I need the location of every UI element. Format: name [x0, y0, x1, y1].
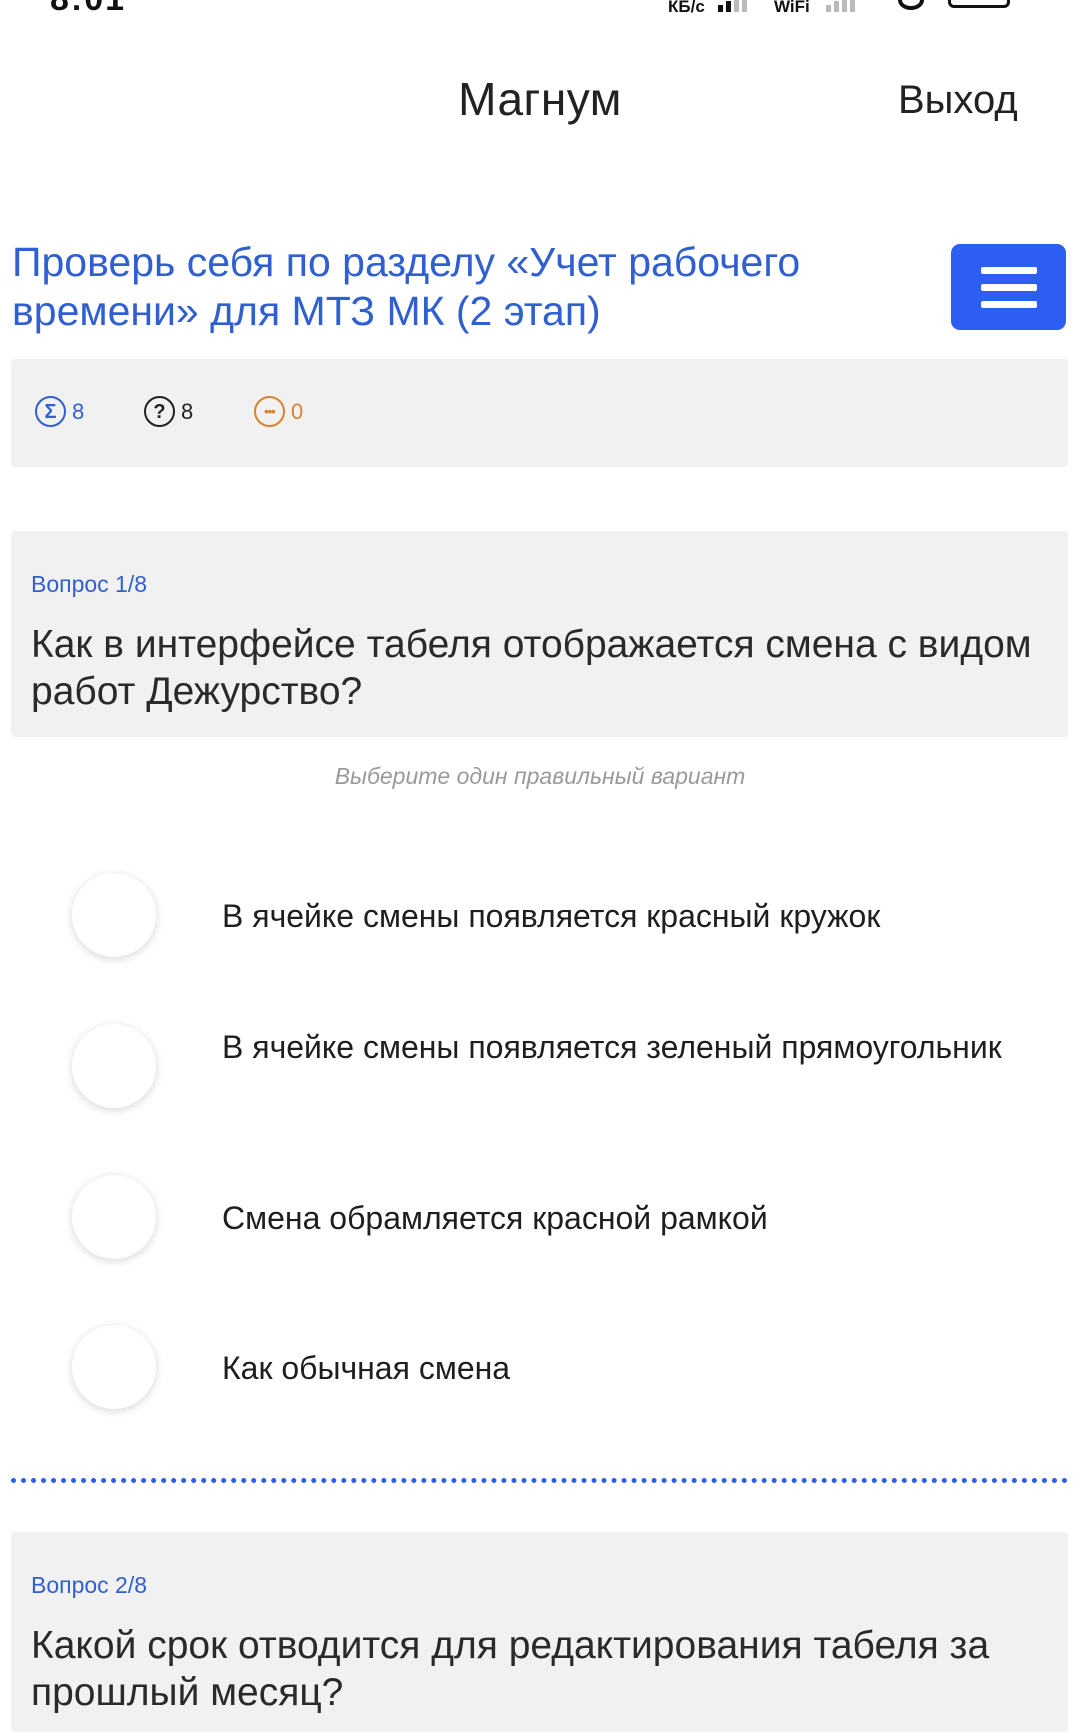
wifi-label: WiFi — [774, 0, 810, 14]
hamburger-menu-icon[interactable] — [951, 244, 1066, 330]
app-title: Магнум — [458, 73, 622, 125]
battery-indicator: 64 — [948, 0, 1010, 8]
stat-total: Σ 8 — [35, 396, 84, 427]
question-card: Вопрос 1/8 Как в интерфейсе табеля отобр… — [11, 531, 1068, 737]
stat-skipped: ••• 0 — [254, 396, 303, 427]
cellular-signal-icon — [718, 0, 747, 12]
answer-option[interactable]: Смена обрамляется красной рамкой — [60, 1175, 1060, 1265]
stat-questions: ? 8 — [144, 396, 193, 427]
question-divider — [11, 1478, 1068, 1483]
answer-option[interactable]: Как обычная смена — [60, 1325, 1060, 1415]
answer-text: В ячейке смены появляется красный кружок — [222, 898, 881, 934]
stats-panel: Σ 8 ? 8 ••• 0 — [11, 359, 1068, 467]
stat-questions-value: 8 — [181, 398, 194, 424]
radio-button[interactable] — [72, 1024, 156, 1108]
question-mark-icon: ? — [144, 396, 175, 427]
question-text: Какой срок отводится для редактирования … — [31, 1624, 990, 1714]
wifi-signal-icon — [826, 0, 855, 12]
answer-hint: Выберите один правильный вариант — [334, 763, 746, 789]
stat-skipped-value: 0 — [291, 398, 304, 424]
radio-button[interactable] — [72, 873, 156, 957]
test-title: Проверь себя по разделу «Учет рабочего в… — [12, 239, 801, 334]
logout-button[interactable]: Выход — [898, 78, 1018, 123]
answer-option[interactable]: В ячейке смены появляется красный кружок — [60, 873, 1060, 963]
answer-text: В ячейке смены появляется зеленый прямоу… — [222, 1029, 1002, 1065]
question-number: Вопрос 2/8 — [31, 1572, 148, 1598]
status-time: 8:01 — [50, 0, 126, 14]
question-number: Вопрос 1/8 — [31, 571, 148, 597]
ellipsis-icon: ••• — [254, 396, 285, 427]
radio-button[interactable] — [72, 1325, 156, 1409]
network-speed: КБ/с — [668, 0, 705, 14]
stat-total-value: 8 — [72, 398, 85, 424]
answer-text: Как обычная смена — [222, 1350, 511, 1386]
status-bar: 8:01 КБ/с WiFi 64 — [0, 0, 1080, 14]
question-text: Как в интерфейсе табеля отображается сме… — [31, 623, 1032, 713]
answer-text: Смена обрамляется красной рамкой — [222, 1200, 768, 1236]
radio-button[interactable] — [72, 1175, 156, 1259]
sigma-icon: Σ — [35, 396, 66, 427]
answer-option[interactable]: В ячейке смены появляется зеленый прямоу… — [60, 1024, 1060, 1114]
alarm-icon — [898, 0, 924, 10]
question-card: Вопрос 2/8 Какой срок отводится для реда… — [11, 1532, 1068, 1732]
